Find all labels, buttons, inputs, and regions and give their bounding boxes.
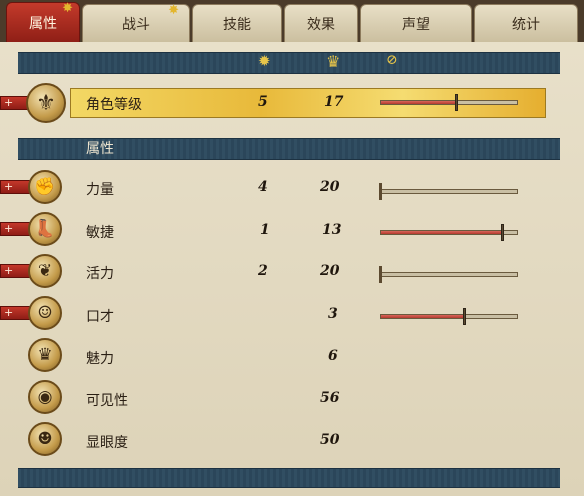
eloquence-label: 口才 bbox=[86, 309, 114, 325]
eloquence-slider-fill bbox=[381, 315, 463, 318]
face-icon: ☺ bbox=[28, 296, 62, 330]
strength-slider[interactable] bbox=[379, 183, 518, 200]
agility-slider-knob[interactable] bbox=[501, 224, 504, 241]
agility-plus-button[interactable]: + bbox=[0, 222, 30, 236]
progress-icon: ⊘ bbox=[386, 52, 398, 68]
tab-label: 声望 bbox=[402, 16, 430, 33]
crown-icon: ♛ bbox=[28, 338, 62, 372]
eloquence-slider-knob[interactable] bbox=[463, 308, 466, 325]
section-title: 属性 bbox=[86, 141, 114, 157]
tab-skills[interactable]: 技能 bbox=[192, 4, 282, 42]
tab-bar: 属性 ✸ 战斗 ✸ 技能 效果 声望 统计 bbox=[0, 0, 584, 42]
vitality-label: 活力 bbox=[86, 266, 114, 282]
charisma-label: 魅力 bbox=[86, 351, 114, 367]
tab-effects[interactable]: 效果 bbox=[284, 4, 358, 42]
level-points: 5 bbox=[258, 94, 268, 110]
tab-combat[interactable]: 战斗 ✸ bbox=[82, 3, 190, 42]
vitality-value: 20 bbox=[320, 263, 340, 279]
level-label: 角色等级 bbox=[86, 97, 142, 113]
level-progress-bar bbox=[380, 94, 518, 111]
tab-label: 统计 bbox=[512, 16, 540, 33]
strength-plus-button[interactable]: + bbox=[0, 180, 30, 194]
fist-icon: ✊ bbox=[28, 170, 62, 204]
visibility-value: 56 bbox=[320, 390, 340, 406]
agility-slider-fill bbox=[381, 231, 501, 234]
level-value: 17 bbox=[324, 94, 344, 110]
strength-value: 20 bbox=[320, 179, 340, 195]
mask-icon: ☻ bbox=[28, 422, 62, 456]
star-icon: ✹ bbox=[258, 52, 271, 70]
level-progress-knob bbox=[455, 94, 458, 111]
agility-points: 1 bbox=[260, 222, 270, 238]
eye-icon: ◉ bbox=[28, 380, 62, 414]
footer-strip bbox=[18, 468, 560, 488]
tab-label: 技能 bbox=[223, 16, 251, 33]
eloquence-plus-button[interactable]: + bbox=[0, 306, 30, 320]
agility-slider[interactable] bbox=[380, 224, 518, 241]
eloquence-slider[interactable] bbox=[380, 308, 518, 325]
agility-value: 13 bbox=[322, 222, 342, 238]
vitality-points: 2 bbox=[258, 263, 268, 279]
tab-label: 属性 bbox=[29, 15, 57, 32]
star-icon: ✸ bbox=[62, 1, 73, 16]
vitality-slider-knob[interactable] bbox=[379, 266, 382, 283]
boot-icon: 👢 bbox=[28, 212, 62, 246]
character-panel: 属性 ✸ 战斗 ✸ 技能 效果 声望 统计 ✹ ♛ ⊘ + ⚜ 角色等级 5 1… bbox=[0, 0, 584, 496]
charisma-value: 6 bbox=[328, 348, 338, 364]
crown-icon: ♛ bbox=[326, 52, 341, 71]
fleur-de-lis-icon: ⚜ bbox=[26, 83, 66, 123]
column-header-strip bbox=[18, 52, 560, 74]
visibility-label: 可见性 bbox=[86, 393, 128, 409]
tab-label: 战斗 bbox=[122, 16, 150, 33]
strength-label: 力量 bbox=[86, 182, 114, 198]
level-progress-fill bbox=[381, 101, 456, 104]
notoriety-label: 显眼度 bbox=[86, 435, 128, 451]
star-icon: ✸ bbox=[168, 3, 179, 18]
agility-label: 敏捷 bbox=[86, 225, 114, 241]
strength-slider-knob[interactable] bbox=[379, 183, 382, 200]
tab-reputation[interactable]: 声望 bbox=[360, 4, 472, 42]
heart-arm-icon: ❦ bbox=[28, 254, 62, 288]
tab-attributes[interactable]: 属性 ✸ bbox=[6, 1, 80, 42]
eloquence-value: 3 bbox=[328, 306, 338, 322]
tab-label: 效果 bbox=[307, 16, 335, 33]
strength-points: 4 bbox=[258, 179, 268, 195]
vitality-slider[interactable] bbox=[379, 266, 518, 283]
vitality-plus-button[interactable]: + bbox=[0, 264, 30, 278]
notoriety-value: 50 bbox=[320, 432, 340, 448]
tab-statistics[interactable]: 统计 bbox=[474, 4, 578, 42]
